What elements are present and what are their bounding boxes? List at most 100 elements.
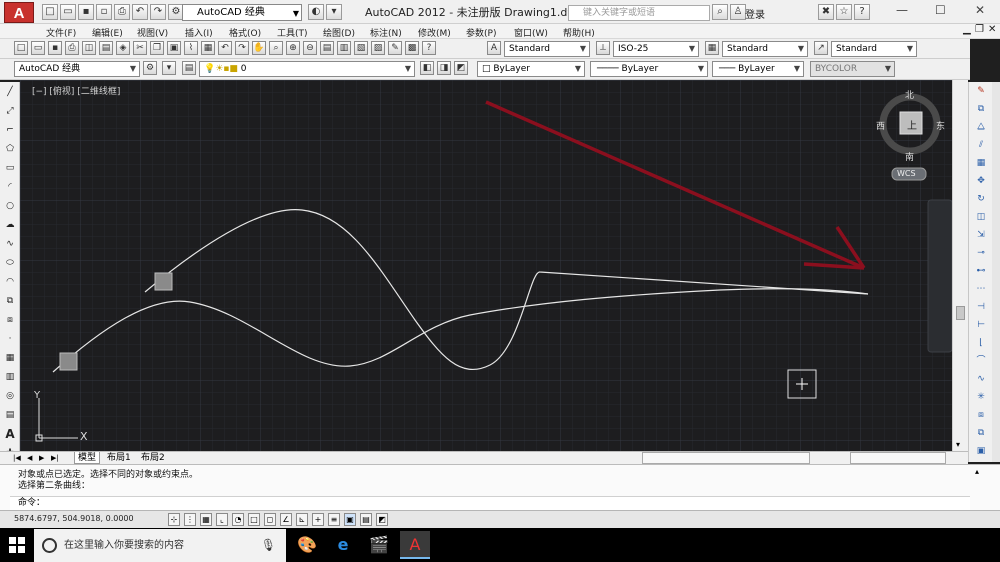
- workspace-dropdown-2[interactable]: AutoCAD 经典 ▼: [14, 61, 140, 77]
- color-dropdown[interactable]: □ ByLayer ▼: [477, 61, 585, 77]
- menu-dimension[interactable]: 标注(N): [370, 26, 402, 39]
- region-icon[interactable]: ◎: [3, 389, 17, 403]
- stretch-icon[interactable]: ⇲: [974, 228, 988, 242]
- dim-style-dropdown[interactable]: ISO-25 ▼: [613, 41, 699, 57]
- grip-upper-start[interactable]: [154, 272, 173, 291]
- menu-draw[interactable]: 绘图(D): [323, 26, 355, 39]
- polygon-icon[interactable]: ⬠: [3, 142, 17, 156]
- polyline-icon[interactable]: ⌐: [3, 123, 17, 137]
- ellipse-icon[interactable]: ⬭: [3, 256, 17, 270]
- taskbar-search-box[interactable]: 在这里输入你要搜索的内容 🎙: [34, 529, 286, 562]
- tab-layout2[interactable]: 布局2: [138, 452, 168, 464]
- menu-tools[interactable]: 工具(T): [277, 26, 308, 39]
- redo-icon[interactable]: ↷: [150, 4, 166, 20]
- microphone-icon[interactable]: 🎙: [261, 529, 276, 562]
- navigation-bar[interactable]: [927, 199, 952, 353]
- make-current-layer-icon[interactable]: ◧: [420, 61, 434, 75]
- otrack-icon[interactable]: ∠: [280, 513, 292, 526]
- plot-preview-icon[interactable]: ◫: [82, 41, 96, 55]
- undo-icon[interactable]: ↶: [132, 4, 148, 20]
- arc-icon[interactable]: ◜: [3, 180, 17, 194]
- menu-window[interactable]: 窗口(W): [514, 26, 548, 39]
- extend-icon[interactable]: ⊷: [974, 264, 988, 278]
- transparency-icon[interactable]: ▣: [344, 513, 356, 526]
- star-icon[interactable]: ☆: [836, 4, 852, 20]
- menu-view[interactable]: 视图(V): [137, 26, 168, 39]
- workspace-dropdown[interactable]: AutoCAD 经典 ▼: [182, 4, 302, 21]
- line-icon[interactable]: ╱: [3, 85, 17, 99]
- scroll-down-icon[interactable]: ▾: [956, 440, 960, 449]
- copy-object-icon[interactable]: ⧉: [974, 102, 988, 116]
- menu-edit[interactable]: 编辑(E): [92, 26, 123, 39]
- multiline-text-icon[interactable]: A: [3, 427, 17, 441]
- zoom-window-icon[interactable]: ⊕: [286, 41, 300, 55]
- osnap-icon[interactable]: □: [248, 513, 260, 526]
- linetype-dropdown[interactable]: ──── ByLayer ▼: [590, 61, 708, 77]
- gradient-icon[interactable]: ▥: [3, 370, 17, 384]
- quick-properties-icon[interactable]: ▤: [360, 513, 372, 526]
- move-icon[interactable]: ✥: [974, 174, 988, 188]
- hatch-icon[interactable]: ▦: [3, 351, 17, 365]
- search-icon[interactable]: ⌕: [712, 4, 728, 20]
- 3d-osnap-icon[interactable]: ◻: [264, 513, 276, 526]
- break-at-point-icon[interactable]: ⋯: [974, 282, 988, 296]
- menu-help[interactable]: 帮助(H): [563, 26, 595, 39]
- menu-file[interactable]: 文件(F): [46, 26, 76, 39]
- ducs-icon[interactable]: ⊾: [296, 513, 308, 526]
- pan-icon[interactable]: ✋: [252, 41, 266, 55]
- viewport-controls-label[interactable]: [−] [俯视] [二维线框]: [32, 84, 120, 97]
- spline-icon[interactable]: ∿: [3, 237, 17, 251]
- workspace-switch-icon[interactable]: ◐: [308, 4, 324, 20]
- publish-icon[interactable]: ▤: [99, 41, 113, 55]
- close-button[interactable]: ✕: [975, 3, 985, 17]
- command-input[interactable]: 命令：: [10, 496, 970, 510]
- customize-qa-icon[interactable]: ▾: [326, 4, 342, 20]
- match-properties-icon[interactable]: ⌇: [184, 41, 198, 55]
- horizontal-scrollbar-right[interactable]: [850, 452, 946, 464]
- zoom-realtime-icon[interactable]: ⌕: [269, 41, 283, 55]
- insert-block-icon[interactable]: ⧉: [3, 294, 17, 308]
- layer-properties-icon[interactable]: ▤: [182, 61, 196, 75]
- save-icon[interactable]: ▪: [78, 4, 94, 20]
- redo-icon[interactable]: ↷: [235, 41, 249, 55]
- autocad-taskbar-icon[interactable]: A: [400, 531, 430, 559]
- circle-icon[interactable]: ○: [3, 199, 17, 213]
- horizontal-scrollbar-left[interactable]: [642, 452, 810, 464]
- trim-icon[interactable]: ⊸: [974, 246, 988, 260]
- point-icon[interactable]: ·: [3, 332, 17, 346]
- properties-icon[interactable]: ▤: [320, 41, 334, 55]
- workspace-settings-icon[interactable]: ⚙: [143, 61, 157, 75]
- multileader-style-dropdown[interactable]: Standard ▼: [831, 41, 917, 57]
- viewcube-face-label[interactable]: 上: [907, 117, 917, 132]
- menu-insert[interactable]: 插入(I): [185, 26, 213, 39]
- windows-start-icon[interactable]: [9, 537, 25, 553]
- ungroup-icon[interactable]: ▣: [974, 444, 988, 458]
- polar-tracking-icon[interactable]: ◔: [232, 513, 244, 526]
- 3d-dwf-icon[interactable]: ◈: [116, 41, 130, 55]
- grip-lower-start[interactable]: [59, 352, 78, 371]
- grid-display-icon[interactable]: ▦: [200, 513, 212, 526]
- dim-style-icon[interactable]: ⟂: [596, 41, 610, 55]
- new-file-icon[interactable]: □: [42, 4, 58, 20]
- text-style-icon[interactable]: A: [487, 41, 501, 55]
- join-icon[interactable]: ⊢: [974, 318, 988, 332]
- make-block-icon[interactable]: ⧈: [3, 313, 17, 327]
- cut-icon[interactable]: ✂: [133, 41, 147, 55]
- paste-icon[interactable]: ▣: [167, 41, 181, 55]
- ellipse-arc-icon[interactable]: ◠: [3, 275, 17, 289]
- copy-icon[interactable]: ❐: [150, 41, 164, 55]
- open-icon[interactable]: ▭: [31, 41, 45, 55]
- open-file-icon[interactable]: ▭: [60, 4, 76, 20]
- design-center-icon[interactable]: ▥: [337, 41, 351, 55]
- user-icon[interactable]: ♙: [730, 4, 746, 20]
- qnew-icon[interactable]: □: [14, 41, 28, 55]
- zoom-previous-icon[interactable]: ⊖: [303, 41, 317, 55]
- tool-palettes-icon[interactable]: ▧: [354, 41, 368, 55]
- menu-modify[interactable]: 修改(M): [418, 26, 451, 39]
- search-input[interactable]: 键入关键字或短语: [568, 5, 710, 21]
- command-scroll-up-icon[interactable]: ▴: [975, 467, 979, 476]
- minimize-button[interactable]: —: [896, 3, 908, 17]
- revision-cloud-icon[interactable]: ☁: [3, 218, 17, 232]
- block-editor-icon[interactable]: ▦: [201, 41, 215, 55]
- doc-close-icon[interactable]: ✕: [988, 24, 996, 35]
